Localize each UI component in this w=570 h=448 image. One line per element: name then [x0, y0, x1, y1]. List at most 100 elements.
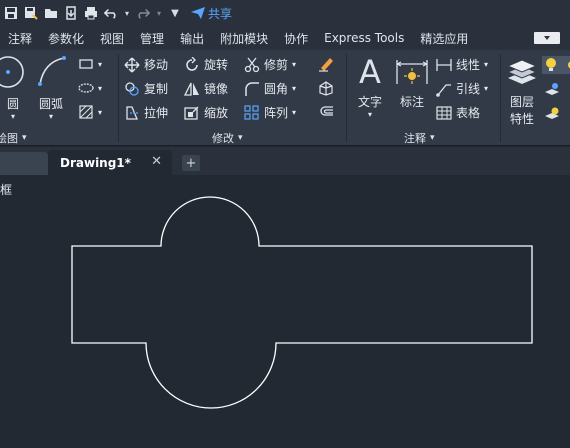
- quick-access-toolbar: ▾ ▾ ▼ 共享: [0, 0, 570, 26]
- layer-match-icon: [544, 82, 560, 98]
- hatch-button[interactable]: ▾: [78, 104, 102, 120]
- rectangle-button[interactable]: ▾: [78, 56, 102, 72]
- save-icon[interactable]: [4, 6, 18, 20]
- copy-label: 复制: [144, 82, 169, 96]
- leader-button[interactable]: 引线 ▾: [436, 80, 488, 97]
- viewport-label[interactable]: 框: [0, 181, 12, 198]
- dimension-icon: [396, 60, 428, 84]
- ribbon: 圆 ▾ 圆弧 ▾ ▾ ▾ ▾ 绘图 ▾ 移动 旋转 修剪 ▾ 复制 镜像 圆角 …: [0, 50, 570, 146]
- new-tab-button[interactable]: +: [182, 155, 200, 171]
- chevron-down-icon: ▾: [238, 133, 243, 143]
- chevron-down-icon: ▾: [292, 108, 297, 117]
- rotate-icon: [184, 56, 200, 73]
- chevron-down-icon: ▾: [430, 133, 435, 143]
- arc-button[interactable]: 圆弧 ▾: [36, 54, 66, 121]
- leader-label: 引线: [456, 82, 481, 96]
- layers-icon: [506, 59, 538, 84]
- scale-label: 缩放: [204, 106, 229, 120]
- linear-dimension-icon: [436, 57, 452, 73]
- array-label: 阵列: [264, 106, 289, 120]
- offset-button[interactable]: [318, 104, 334, 120]
- copy-button[interactable]: 复制: [124, 80, 168, 97]
- trim-label: 修剪: [264, 58, 289, 72]
- explode-icon: [318, 80, 334, 96]
- save-as-icon[interactable]: [24, 6, 38, 20]
- print-icon[interactable]: [84, 6, 98, 20]
- tab-featured-apps[interactable]: 精选应用: [412, 30, 476, 47]
- lightbulb-icon: [543, 57, 559, 73]
- chevron-down-icon[interactable]: ▾: [124, 6, 130, 20]
- trim-icon: [244, 57, 260, 73]
- chevron-down-icon[interactable]: ▾: [156, 6, 162, 20]
- layer-state-button[interactable]: [542, 56, 570, 74]
- dimension-button[interactable]: 标注: [394, 54, 430, 110]
- mirror-icon: [184, 81, 200, 97]
- circle-button[interactable]: 圆 ▾: [0, 54, 26, 121]
- drawing-shape-outline[interactable]: [71, 196, 533, 409]
- table-icon: [436, 105, 452, 121]
- tab-view[interactable]: 视图: [92, 30, 132, 47]
- share-icon: [191, 7, 205, 19]
- move-button[interactable]: 移动: [124, 56, 168, 73]
- fillet-label: 圆角: [264, 82, 289, 96]
- rotate-button[interactable]: 旋转: [184, 56, 228, 73]
- array-button[interactable]: 阵列 ▾: [244, 104, 296, 121]
- layer-properties-label-2: 特性: [509, 112, 534, 126]
- close-icon[interactable]: ✕: [151, 154, 162, 169]
- chevron-down-icon: ▾: [292, 84, 297, 93]
- leader-icon: [436, 81, 452, 97]
- annotation-panel-title[interactable]: 注释 ▾: [404, 130, 435, 146]
- linear-dimension-button[interactable]: 线性 ▾: [436, 56, 488, 73]
- annotation-panel-label: 注释: [404, 132, 426, 145]
- modify-panel-label: 修改: [212, 132, 234, 145]
- ellipse-button[interactable]: ▾: [78, 80, 102, 96]
- chevron-down-icon: ▾: [48, 112, 53, 121]
- tab-start[interactable]: [0, 152, 48, 175]
- explode-button[interactable]: [318, 80, 334, 96]
- export-icon[interactable]: [64, 6, 78, 20]
- tab-drawing1[interactable]: Drawing1* ✕: [48, 150, 172, 175]
- tab-manage[interactable]: 管理: [132, 30, 172, 47]
- arc-label: 圆弧: [38, 97, 63, 111]
- fillet-icon: [244, 81, 260, 97]
- layer-properties-button[interactable]: 图层 特性: [504, 54, 540, 127]
- fillet-button[interactable]: 圆角 ▾: [244, 80, 296, 97]
- tab-annotate[interactable]: 注释: [0, 30, 40, 47]
- layer-isolate-button[interactable]: [544, 106, 560, 122]
- rotate-label: 旋转: [204, 58, 229, 72]
- mirror-button[interactable]: 镜像: [184, 80, 228, 97]
- ribbon-minimize-button[interactable]: [534, 32, 560, 44]
- layer-properties-label-1: 图层: [509, 95, 534, 109]
- ribbon-tab-bar: 注释 参数化 视图 管理 输出 附加模块 协作 Express Tools 精选…: [0, 26, 570, 50]
- trim-button[interactable]: 修剪 ▾: [244, 56, 296, 73]
- share-label: 共享: [208, 6, 233, 21]
- scale-button[interactable]: 缩放: [184, 104, 228, 121]
- array-icon: [244, 104, 260, 121]
- modify-panel-title[interactable]: 修改 ▾: [212, 130, 243, 146]
- chevron-down-icon: ▾: [22, 133, 27, 143]
- table-label: 表格: [456, 106, 481, 120]
- tab-drawing1-label: Drawing1*: [60, 155, 131, 170]
- tab-addins[interactable]: 附加模块: [212, 30, 276, 47]
- linear-label: 线性: [456, 58, 481, 72]
- text-icon: A: [359, 53, 381, 91]
- redo-icon[interactable]: [136, 6, 150, 20]
- tab-collaborate[interactable]: 协作: [276, 30, 316, 47]
- stretch-button[interactable]: 拉伸: [124, 104, 168, 121]
- chevron-down-icon: ▾: [484, 60, 489, 69]
- draw-panel-title[interactable]: 绘图 ▾: [0, 130, 27, 146]
- open-icon[interactable]: [44, 6, 58, 20]
- svg-text:A: A: [359, 54, 381, 88]
- undo-icon[interactable]: [104, 6, 118, 20]
- table-button[interactable]: 表格: [436, 104, 480, 121]
- tab-express-tools[interactable]: Express Tools: [316, 31, 412, 45]
- drawing-canvas[interactable]: [0, 175, 570, 448]
- arc-icon: [38, 56, 66, 86]
- tab-parametric[interactable]: 参数化: [40, 30, 92, 47]
- layer-match-button[interactable]: [544, 82, 560, 98]
- text-button[interactable]: A 文字 ▾: [352, 53, 388, 119]
- erase-button[interactable]: [318, 56, 334, 72]
- share-button[interactable]: 共享: [190, 5, 232, 22]
- tab-output[interactable]: 输出: [172, 30, 212, 47]
- customize-icon[interactable]: ▼: [168, 6, 182, 20]
